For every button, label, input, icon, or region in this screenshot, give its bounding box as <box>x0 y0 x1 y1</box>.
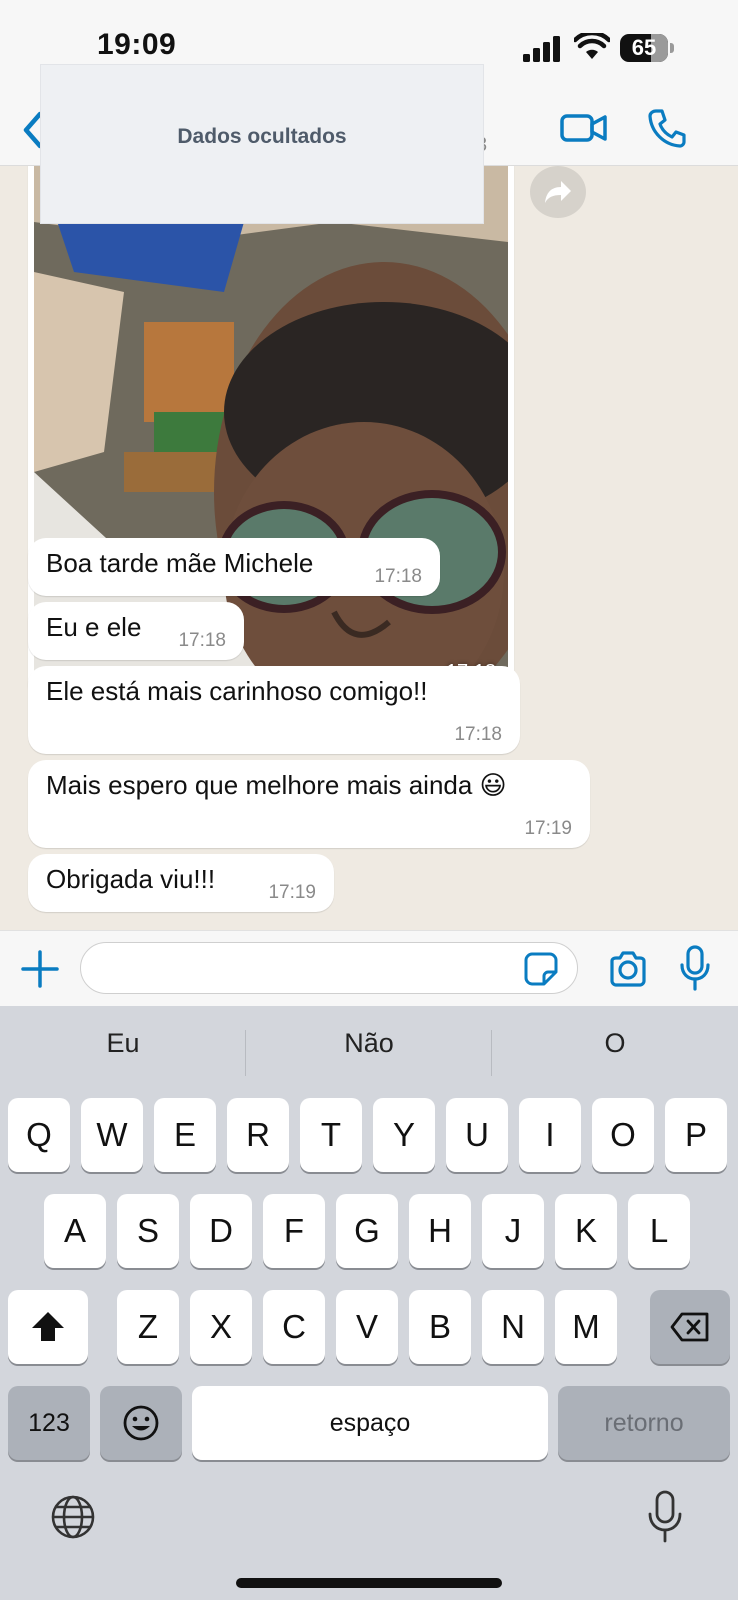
space-key[interactable]: espaço <box>192 1386 548 1460</box>
message-bubble[interactable]: Mais espero que melhore mais ainda 😃 17:… <box>28 760 590 848</box>
key-l[interactable]: L <box>628 1194 690 1268</box>
camera-icon[interactable] <box>608 949 648 989</box>
globe-icon[interactable] <box>50 1494 96 1540</box>
key-q[interactable]: Q <box>8 1098 70 1172</box>
suggestion-item[interactable]: Eu <box>3 1028 243 1059</box>
backspace-key[interactable] <box>650 1290 730 1364</box>
key-z[interactable]: Z <box>117 1290 179 1364</box>
key-x[interactable]: X <box>190 1290 252 1364</box>
chat-area[interactable]: 17:18 Boa tarde mãe Michele 17:18 Eu e e… <box>0 166 738 930</box>
status-time: 19:09 <box>97 28 177 61</box>
dictation-mic-icon[interactable] <box>648 1490 682 1544</box>
battery-icon: 65 <box>620 34 674 62</box>
emoji-key[interactable] <box>100 1386 182 1460</box>
cellular-signal-icon <box>523 36 560 62</box>
message-time: 17:19 <box>524 818 572 839</box>
message-time: 17:18 <box>454 724 502 745</box>
key-s[interactable]: S <box>117 1194 179 1268</box>
key-g[interactable]: G <box>336 1194 398 1268</box>
forward-arrow-icon <box>545 181 571 203</box>
hidden-data-label: Dados ocultados <box>177 125 347 148</box>
key-e[interactable]: E <box>154 1098 216 1172</box>
key-a[interactable]: A <box>44 1194 106 1268</box>
message-time: 17:19 <box>268 882 316 903</box>
message-text: Boa tarde mãe Michele <box>46 548 314 578</box>
shift-key[interactable] <box>8 1290 88 1364</box>
suggestion-item[interactable]: O <box>495 1028 735 1059</box>
microphone-icon[interactable] <box>680 945 710 991</box>
message-bubble[interactable]: Boa tarde mãe Michele 17:18 <box>28 538 440 596</box>
suggestion-bar: Eu Não O <box>0 1006 738 1096</box>
key-h[interactable]: H <box>409 1194 471 1268</box>
key-u[interactable]: U <box>446 1098 508 1172</box>
wifi-icon <box>574 33 610 59</box>
battery-percent: 65 <box>631 35 657 60</box>
shift-arrow-icon <box>32 1312 64 1341</box>
phone-call-icon[interactable] <box>648 108 686 148</box>
key-r[interactable]: R <box>227 1098 289 1172</box>
return-key[interactable]: retorno <box>558 1386 730 1460</box>
message-bubble[interactable]: Eu e ele 17:18 <box>28 602 244 660</box>
key-o[interactable]: O <box>592 1098 654 1172</box>
hidden-data-overlay: Dados ocultados <box>40 64 484 224</box>
key-p[interactable]: P <box>665 1098 727 1172</box>
home-indicator <box>236 1578 502 1588</box>
key-j[interactable]: J <box>482 1194 544 1268</box>
backspace-icon <box>670 1312 709 1342</box>
message-bubble[interactable]: Ele está mais carinhoso comigo!! 17:18 <box>28 666 520 754</box>
message-text: Mais espero que melhore mais ainda 😃 <box>46 770 507 800</box>
plus-icon[interactable] <box>20 949 60 989</box>
emoji-icon <box>123 1405 159 1441</box>
key-t[interactable]: T <box>300 1098 362 1172</box>
suggestion-item[interactable]: Não <box>249 1028 489 1059</box>
key-y[interactable]: Y <box>373 1098 435 1172</box>
numbers-key[interactable]: 123 <box>8 1386 90 1460</box>
key-b[interactable]: B <box>409 1290 471 1364</box>
message-time: 17:18 <box>178 630 226 651</box>
key-f[interactable]: F <box>263 1194 325 1268</box>
sticker-icon[interactable] <box>524 952 558 986</box>
key-c[interactable]: C <box>263 1290 325 1364</box>
video-call-icon[interactable] <box>560 110 608 146</box>
message-input[interactable] <box>80 942 578 994</box>
message-text: Ele está mais carinhoso comigo!! <box>46 676 428 706</box>
message-input-bar <box>0 930 738 1006</box>
key-n[interactable]: N <box>482 1290 544 1364</box>
forward-button[interactable] <box>530 166 586 218</box>
message-bubble[interactable]: Obrigada viu!!! 17:19 <box>28 854 334 912</box>
key-m[interactable]: M <box>555 1290 617 1364</box>
key-w[interactable]: W <box>81 1098 143 1172</box>
key-k[interactable]: K <box>555 1194 617 1268</box>
message-time: 17:18 <box>374 566 422 587</box>
keyboard: Eu Não O Q W E R T Y U I O P A S D F G H… <box>0 1006 738 1600</box>
key-d[interactable]: D <box>190 1194 252 1268</box>
key-v[interactable]: V <box>336 1290 398 1364</box>
key-i[interactable]: I <box>519 1098 581 1172</box>
